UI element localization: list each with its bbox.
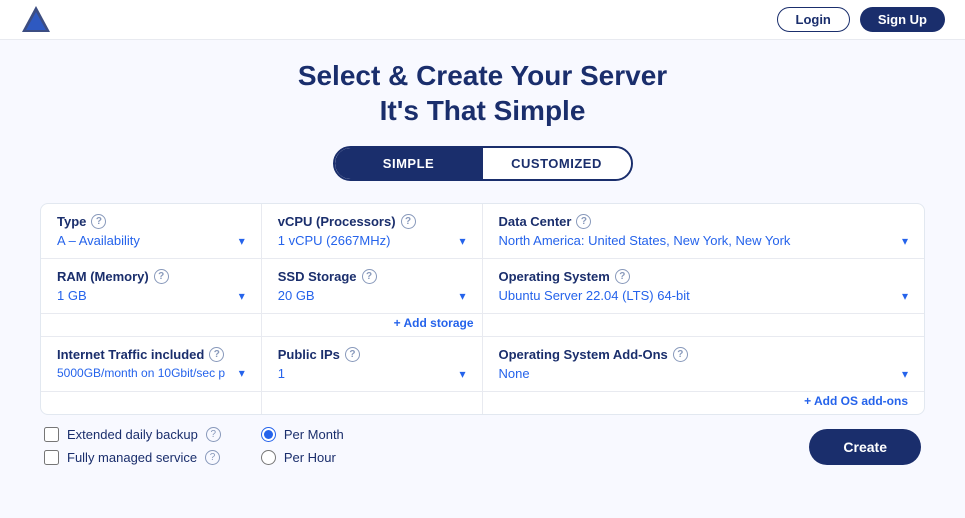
public-ips-help-icon[interactable]: ?	[345, 347, 360, 362]
add-os-addons-link[interactable]: + Add OS add-ons	[483, 392, 925, 414]
traffic-select[interactable]: 5000GB/month on 10Gbit/sec p ▾	[57, 366, 245, 380]
config-section: Type ? A – Availability ▾ vCPU (Processo…	[40, 203, 925, 415]
ram-field: RAM (Memory) ? 1 GB ▾	[41, 259, 262, 313]
ssd-select[interactable]: 20 GB ▾	[278, 288, 466, 303]
extended-backup-label: Extended daily backup	[67, 427, 198, 442]
os-addons-select[interactable]: None ▾	[499, 366, 909, 381]
type-value: A – Availability	[57, 233, 233, 248]
per-hour-radio[interactable]: Per Hour	[261, 450, 344, 465]
ssd-label: SSD Storage ?	[278, 269, 466, 284]
ram-value: 1 GB	[57, 288, 233, 303]
public-ips-value: 1	[278, 366, 454, 381]
vcpu-chevron-icon: ▾	[459, 234, 465, 248]
public-ips-field: Public IPs ? 1 ▾	[262, 337, 483, 391]
os-help-icon[interactable]: ?	[615, 269, 630, 284]
managed-help-icon[interactable]: ?	[205, 450, 220, 465]
type-select[interactable]: A – Availability ▾	[57, 233, 245, 248]
vcpu-field: vCPU (Processors) ? 1 vCPU (2667MHz) ▾	[262, 204, 483, 258]
os-value: Ubuntu Server 22.04 (LTS) 64-bit	[499, 288, 896, 303]
vcpu-select[interactable]: 1 vCPU (2667MHz) ▾	[278, 233, 466, 248]
config-row-2: RAM (Memory) ? 1 GB ▾ SSD Storage ? 20 G…	[41, 259, 924, 314]
vcpu-value: 1 vCPU (2667MHz)	[278, 233, 454, 248]
os-addons-field: Operating System Add-Ons ? None ▾	[483, 337, 925, 391]
page-title-line2: It's That Simple	[40, 93, 925, 128]
add-storage-empty-left	[41, 314, 262, 336]
main-content: Select & Create Your Server It's That Si…	[0, 40, 965, 475]
toggle-simple[interactable]: SIMPLE	[335, 148, 483, 179]
type-chevron-icon: ▾	[239, 234, 245, 248]
ram-select[interactable]: 1 GB ▾	[57, 288, 245, 303]
os-label: Operating System ?	[499, 269, 909, 284]
add-os-empty1	[41, 392, 262, 414]
ssd-chevron-icon: ▾	[459, 289, 465, 303]
page-title-line1: Select & Create Your Server	[40, 58, 925, 93]
traffic-help-icon[interactable]: ?	[209, 347, 224, 362]
logo	[20, 4, 52, 36]
toggle-bar: SIMPLE CUSTOMIZED	[40, 146, 925, 181]
ram-label: RAM (Memory) ?	[57, 269, 245, 284]
os-addons-label: Operating System Add-Ons ?	[499, 347, 909, 362]
checkbox-group: Extended daily backup ? Fully managed se…	[44, 427, 221, 465]
os-chevron-icon: ▾	[902, 289, 908, 303]
ssd-help-icon[interactable]: ?	[362, 269, 377, 284]
managed-service-input[interactable]	[44, 450, 59, 465]
datacenter-help-icon[interactable]: ?	[576, 214, 591, 229]
top-bar-right: Login Sign Up	[777, 7, 946, 32]
public-ips-chevron-icon: ▾	[459, 367, 465, 381]
public-ips-label: Public IPs ?	[278, 347, 466, 362]
datacenter-field: Data Center ? North America: United Stat…	[483, 204, 925, 258]
toggle-container: SIMPLE CUSTOMIZED	[333, 146, 633, 181]
datacenter-label: Data Center ?	[499, 214, 909, 229]
extended-backup-input[interactable]	[44, 427, 59, 442]
page-title: Select & Create Your Server It's That Si…	[40, 58, 925, 128]
toggle-customized[interactable]: CUSTOMIZED	[483, 148, 631, 179]
ram-chevron-icon: ▾	[239, 289, 245, 303]
datacenter-select[interactable]: North America: United States, New York, …	[499, 233, 909, 248]
os-addons-help-icon[interactable]: ?	[673, 347, 688, 362]
traffic-label: Internet Traffic included ?	[57, 347, 245, 362]
add-storage-row: + Add storage	[41, 314, 924, 337]
vcpu-help-icon[interactable]: ?	[401, 214, 416, 229]
traffic-chevron-icon: ▾	[239, 366, 245, 380]
config-row-1: Type ? A – Availability ▾ vCPU (Processo…	[41, 204, 924, 259]
create-btn-container: Create	[384, 427, 921, 465]
datacenter-value: North America: United States, New York, …	[499, 233, 896, 248]
ram-help-icon[interactable]: ?	[154, 269, 169, 284]
os-field: Operating System ? Ubuntu Server 22.04 (…	[483, 259, 925, 313]
vcpu-label: vCPU (Processors) ?	[278, 214, 466, 229]
traffic-value: 5000GB/month on 10Gbit/sec p	[57, 366, 233, 380]
ssd-field: SSD Storage ? 20 GB ▾	[262, 259, 483, 313]
per-hour-input[interactable]	[261, 450, 276, 465]
extended-backup-checkbox[interactable]: Extended daily backup ?	[44, 427, 221, 442]
per-month-radio[interactable]: Per Month	[261, 427, 344, 442]
type-help-icon[interactable]: ?	[91, 214, 106, 229]
os-addons-chevron-icon: ▾	[902, 367, 908, 381]
per-hour-label: Per Hour	[284, 450, 336, 465]
signup-button[interactable]: Sign Up	[860, 7, 945, 32]
billing-radio-group: Per Month Per Hour	[261, 427, 344, 465]
datacenter-chevron-icon: ▾	[902, 234, 908, 248]
managed-service-label: Fully managed service	[67, 450, 197, 465]
os-addons-value: None	[499, 366, 896, 381]
backup-help-icon[interactable]: ?	[206, 427, 221, 442]
extras-row: Extended daily backup ? Fully managed se…	[40, 427, 925, 465]
type-field: Type ? A – Availability ▾	[41, 204, 262, 258]
add-os-empty2	[262, 392, 483, 414]
ssd-value: 20 GB	[278, 288, 454, 303]
managed-service-checkbox[interactable]: Fully managed service ?	[44, 450, 221, 465]
add-storage-link[interactable]: + Add storage	[262, 314, 483, 336]
logo-icon	[20, 4, 52, 36]
add-storage-empty-right	[483, 314, 925, 336]
per-month-label: Per Month	[284, 427, 344, 442]
add-os-row: + Add OS add-ons	[41, 392, 924, 414]
public-ips-select[interactable]: 1 ▾	[278, 366, 466, 381]
top-bar: Login Sign Up	[0, 0, 965, 40]
login-button[interactable]: Login	[777, 7, 850, 32]
per-month-input[interactable]	[261, 427, 276, 442]
create-button[interactable]: Create	[809, 429, 921, 465]
traffic-field: Internet Traffic included ? 5000GB/month…	[41, 337, 262, 391]
type-label: Type ?	[57, 214, 245, 229]
config-row-3: Internet Traffic included ? 5000GB/month…	[41, 337, 924, 392]
os-select[interactable]: Ubuntu Server 22.04 (LTS) 64-bit ▾	[499, 288, 909, 303]
